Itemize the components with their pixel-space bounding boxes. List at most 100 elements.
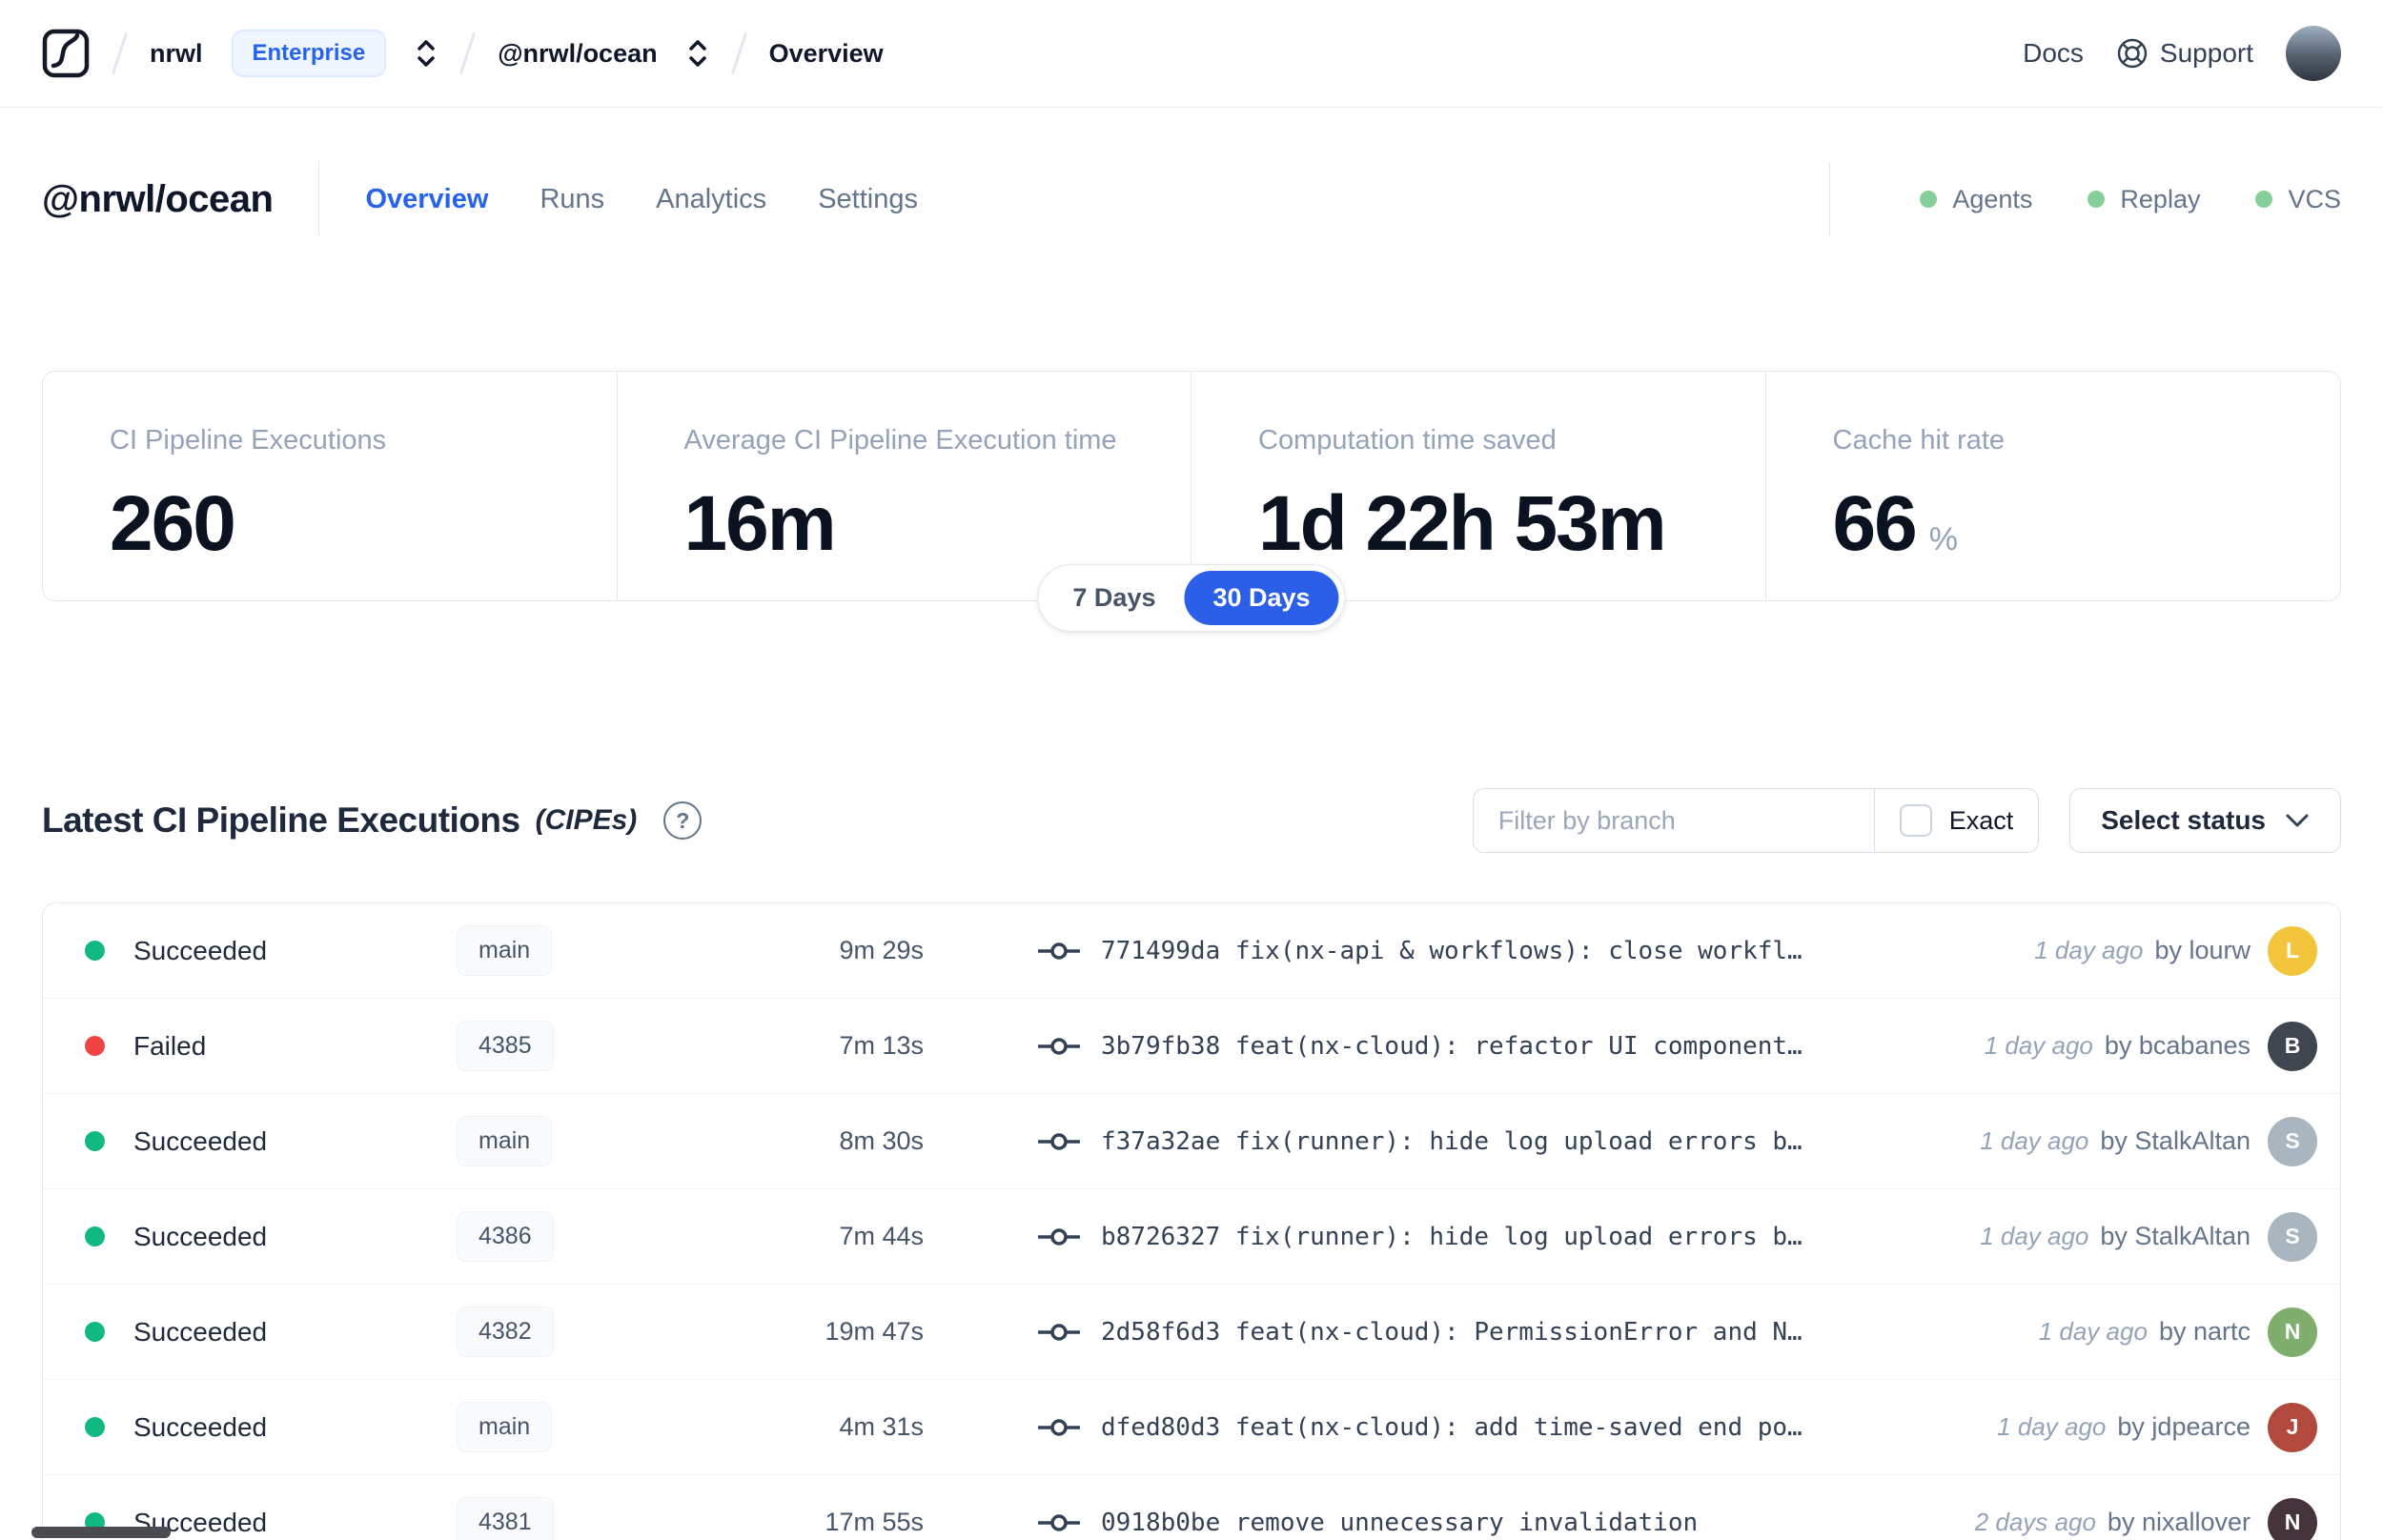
commit-cell: f37a32ae fix(runner): hide log upload er… <box>1038 1127 1951 1156</box>
section-title: Latest CI Pipeline Executions <box>42 800 520 840</box>
topbar-actions: Docs Support <box>2023 26 2341 81</box>
time-ago: 1 day ago <box>2034 936 2144 964</box>
status-cell: Succeeded <box>85 1222 457 1252</box>
integration-vcs[interactable]: VCS <box>2255 185 2341 214</box>
status-label: Succeeded <box>133 1411 268 1442</box>
author: by nartc <box>2158 1317 2251 1346</box>
tab-analytics[interactable]: Analytics <box>656 184 766 215</box>
support-link[interactable]: Support <box>2116 37 2253 70</box>
avatar: L <box>2268 925 2317 976</box>
status-dot-icon <box>85 1226 105 1246</box>
workspace-title: @nrwl/ocean <box>42 177 274 220</box>
author: by StalkAltan <box>2100 1126 2251 1155</box>
chevron-down-icon <box>2285 812 2310 829</box>
integration-status-list: Agents Replay VCS <box>1920 185 2341 214</box>
status-dot-icon <box>85 1036 105 1056</box>
status-dot-icon <box>1920 191 1938 208</box>
time-ago: 2 days ago <box>1974 1508 2096 1536</box>
cipe-row[interactable]: Succeeded 4382 19m 47s 2d58f6d3 feat(nx-… <box>43 1285 2340 1380</box>
time-ago: 1 day ago <box>1984 1031 2093 1060</box>
commit-cell: 2d58f6d3 feat(nx-cloud): PermissionError… <box>1038 1318 2010 1347</box>
workspace-switcher-chevron-icon[interactable] <box>686 38 709 69</box>
status-cell: Succeeded <box>85 1412 457 1443</box>
breadcrumb-workspace[interactable]: @nrwl/ocean <box>498 39 657 69</box>
stat-value: 66 <box>1832 480 1918 567</box>
branch-filter-input[interactable] <box>1473 789 1874 852</box>
breadcrumb: nrwl Enterprise @nrwl/ocean Overview <box>42 28 884 79</box>
branch-cell: main <box>457 925 695 976</box>
author: by jdpearce <box>2117 1412 2251 1441</box>
breadcrumb-separator <box>459 31 477 75</box>
exact-label: Exact <box>1948 805 2014 835</box>
branch-badge: main <box>457 1402 553 1452</box>
author: by nixallover <box>2107 1508 2251 1536</box>
duration: 8m 30s <box>839 1126 924 1155</box>
range-option-7-days[interactable]: 7 Days <box>1044 571 1184 625</box>
cipe-row[interactable]: Succeeded 4386 7m 44s b8726327 fix(runne… <box>43 1189 2340 1285</box>
breadcrumb-separator <box>730 31 747 75</box>
status-dot-icon <box>2255 191 2273 208</box>
workspace-tabs: Overview Runs Analytics Settings <box>365 184 918 215</box>
integration-agents[interactable]: Agents <box>1920 185 2032 214</box>
range-option-30-days[interactable]: 30 Days <box>1184 571 1339 625</box>
cipe-table: Succeeded main 9m 29s 771499da fix(nx-ap… <box>42 902 2341 1540</box>
git-commit-icon <box>1038 1416 1080 1439</box>
app-screen: nrwl Enterprise @nrwl/ocean Overview Doc… <box>0 0 2383 1540</box>
tab-overview[interactable]: Overview <box>365 184 488 215</box>
time-ago: 1 day ago <box>1980 1222 2089 1250</box>
cipe-row[interactable]: Failed 4385 7m 13s 3b79fb38 feat(nx-clou… <box>43 999 2340 1094</box>
avatar: N <box>2268 1307 2317 1357</box>
cipe-row[interactable]: Succeeded main 4m 31s dfed80d3 feat(nx-c… <box>43 1380 2340 1475</box>
avatar: J <box>2268 1402 2317 1452</box>
nx-cloud-logo-icon[interactable] <box>42 28 90 79</box>
exact-filter: Exact <box>1873 789 2039 852</box>
branch-filter-group: Exact <box>1472 788 2040 853</box>
stat-label: CI Pipeline Executions <box>110 425 387 456</box>
branch-badge: main <box>457 1116 553 1166</box>
status-dot-icon <box>85 1131 105 1151</box>
breadcrumb-org[interactable]: nrwl <box>150 39 203 69</box>
git-commit-icon <box>1038 1321 1080 1344</box>
author: by StalkAltan <box>2100 1222 2251 1250</box>
git-commit-icon <box>1038 1226 1080 1248</box>
author: by bcabanes <box>2104 1031 2251 1060</box>
integration-replay[interactable]: Replay <box>2088 185 2200 214</box>
commit-cell: b8726327 fix(runner): hide log upload er… <box>1038 1223 1951 1251</box>
stat-value: 16m <box>683 480 837 567</box>
cipe-row[interactable]: Succeeded main 9m 29s 771499da fix(nx-ap… <box>43 903 2340 999</box>
exact-checkbox[interactable] <box>1899 804 1932 837</box>
stats-section: CI Pipeline Executions 260 Average CI Pi… <box>42 371 2341 632</box>
status-select-button[interactable]: Select status <box>2069 788 2341 853</box>
horizontal-scrollbar-thumb[interactable] <box>31 1527 171 1538</box>
topbar: nrwl Enterprise @nrwl/ocean Overview Doc… <box>0 0 2383 108</box>
breadcrumb-separator <box>111 31 129 75</box>
avatar: N <box>2268 1497 2317 1540</box>
cipe-row[interactable]: Succeeded 4381 17m 55s 0918b0be remove u… <box>43 1475 2340 1540</box>
branch-cell: 4386 <box>457 1211 695 1262</box>
workspace-header: @nrwl/ocean Overview Runs Analytics Sett… <box>42 161 2341 237</box>
status-cell: Failed <box>85 1031 457 1062</box>
commit-message: dfed80d3 feat(nx-cloud): add time-saved … <box>1101 1412 1803 1442</box>
stat-label: Average CI Pipeline Execution time <box>683 425 1117 456</box>
git-commit-icon <box>1038 1035 1080 1058</box>
help-icon[interactable]: ? <box>663 801 703 840</box>
user-avatar[interactable] <box>2286 26 2341 81</box>
status-dot-icon <box>85 1417 105 1437</box>
docs-link[interactable]: Docs <box>2023 38 2084 69</box>
enterprise-badge[interactable]: Enterprise <box>231 30 387 77</box>
tab-settings[interactable]: Settings <box>818 184 918 215</box>
stat-card-cache-hit-rate: Cache hit rate 66 % <box>1766 372 2341 600</box>
branch-badge: 4386 <box>457 1211 554 1262</box>
commit-message: 0918b0be remove unnecessary invalidation <box>1101 1508 1699 1537</box>
branch-cell: 4381 <box>457 1497 695 1540</box>
tab-runs[interactable]: Runs <box>540 184 604 215</box>
time-ago: 1 day ago <box>1997 1412 2107 1441</box>
org-switcher-chevron-icon[interactable] <box>415 38 438 69</box>
status-label: Succeeded <box>133 1316 268 1347</box>
cipe-row[interactable]: Succeeded main 8m 30s f37a32ae fix(runne… <box>43 1094 2340 1189</box>
cipe-section-header: Latest CI Pipeline Executions (CIPEs) ? … <box>42 788 2341 853</box>
duration: 7m 13s <box>839 1031 924 1060</box>
date-range-toggle: 7 Days 30 Days <box>1037 564 1346 632</box>
stat-label: Computation time saved <box>1258 425 1557 456</box>
stat-card-ci-pipeline-executions: CI Pipeline Executions 260 <box>43 372 618 600</box>
